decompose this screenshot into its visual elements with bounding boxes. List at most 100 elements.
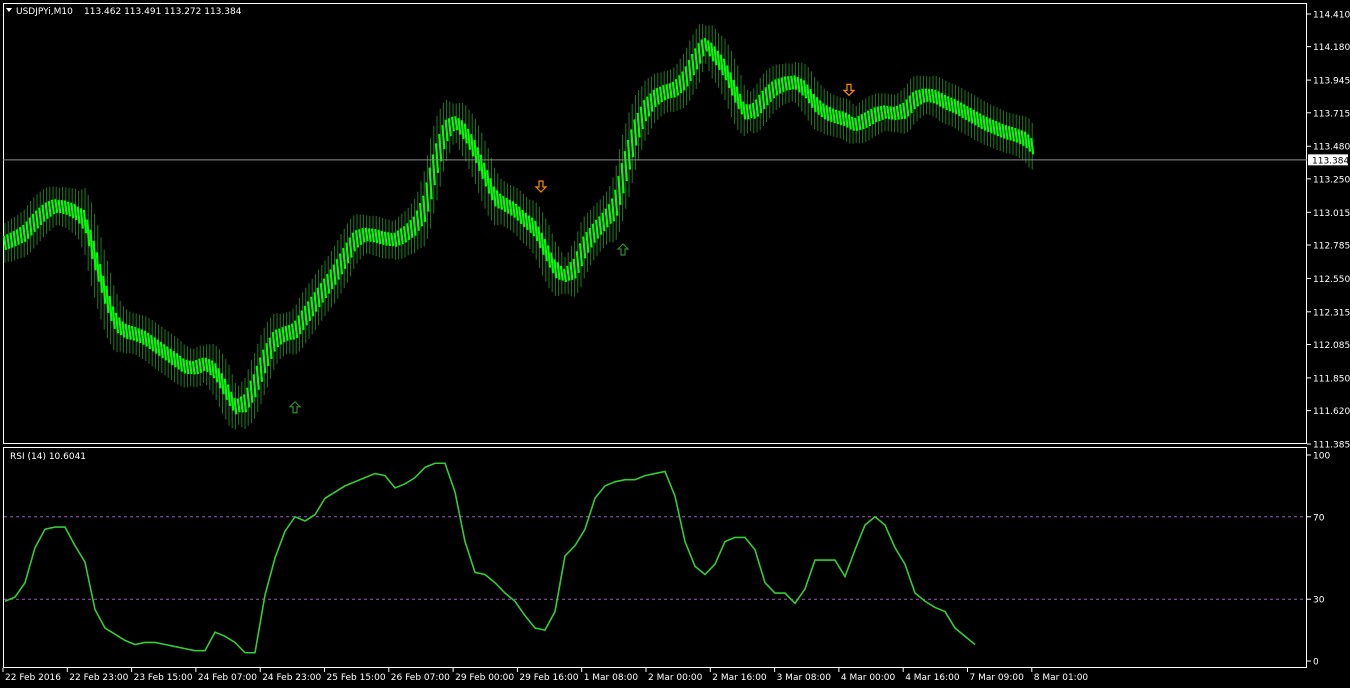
price-bar-body — [818, 100, 824, 118]
time-axis-label: 22 Feb 2016 — [5, 673, 61, 683]
price-bar-body — [518, 206, 523, 225]
price-bar-body — [806, 84, 811, 104]
price-bar-body — [946, 96, 952, 112]
price-bar-body — [290, 323, 296, 340]
price-bar-body — [124, 323, 129, 340]
price-bar-body — [572, 258, 577, 279]
price-bar-body — [492, 186, 497, 207]
price-bar-body — [594, 219, 600, 239]
price-bar-body — [108, 295, 113, 322]
price-bar-body — [898, 104, 904, 120]
price-bar-body — [367, 228, 372, 242]
price-bar-body — [514, 203, 520, 221]
price-bar-body — [758, 94, 763, 114]
price-bar-body — [47, 200, 52, 217]
price-bar-body — [230, 391, 235, 411]
price-bar-body — [530, 217, 536, 237]
rsi-axis-label: 30 — [1313, 596, 1325, 606]
signal-arrows[interactable] — [288, 83, 856, 414]
price-bar-body — [454, 116, 459, 131]
price-bar-body — [799, 78, 804, 96]
price-bar-body — [326, 273, 331, 294]
price-bar-body — [98, 263, 104, 293]
up-arrow-icon[interactable] — [616, 243, 630, 256]
price-bar-body — [220, 373, 225, 395]
rsi-axis-label: 0 — [1313, 658, 1319, 668]
price-bar-body — [748, 104, 753, 119]
price-bar-body — [306, 301, 312, 321]
price-bar-body — [505, 197, 510, 214]
price-bar-body — [162, 344, 168, 361]
time-axis-label: 4 Mar 00:00 — [841, 673, 896, 683]
rsi-panel[interactable]: 100 70 30 0 RSI (14) 10.6041 — [3, 447, 1331, 668]
price-bar-body — [66, 201, 72, 217]
price-bar-body — [671, 81, 676, 98]
price-bar-body — [719, 54, 724, 76]
symbol-header[interactable]: USDJPYi,M10 113.462 113.491 113.272 113.… — [6, 7, 242, 17]
price-bar-body — [89, 229, 94, 260]
price-bar-body — [649, 93, 654, 112]
time-axis-label: 24 Feb 07:00 — [198, 673, 257, 683]
down-arrow-icon[interactable] — [534, 180, 548, 193]
price-bar-body — [92, 240, 97, 271]
price-bar-body — [348, 237, 353, 258]
price-bar-body — [111, 306, 116, 330]
price-bar-body — [390, 232, 395, 247]
price-bar-body — [927, 88, 932, 103]
price-bar-body — [364, 227, 369, 242]
price-bar-body — [620, 162, 625, 194]
price-bar-body — [924, 88, 929, 103]
price-bar-body — [502, 195, 507, 213]
time-axis-label: 1 Mar 08:00 — [584, 673, 639, 683]
price-panel[interactable]: 114.410 114.180 113.945 113.715 113.480 113.2… — [2, 3, 1350, 451]
price-bar-body — [524, 212, 529, 231]
price-bar-body — [985, 116, 990, 133]
price-bar-body — [1026, 134, 1032, 152]
price-bar-body — [399, 228, 404, 245]
time-axis-label: 3 Mar 08:00 — [777, 673, 832, 683]
time-axis: 22 Feb 2016 22 Feb 23:00 23 Feb 15:00 24 Fe… — [2, 668, 1088, 683]
price-bar-body — [812, 93, 817, 113]
price-bar-body — [764, 87, 769, 106]
price-bar-body — [854, 117, 859, 132]
price-bar-body — [559, 265, 564, 281]
up-arrow-icon[interactable] — [288, 400, 302, 414]
down-arrow-icon[interactable] — [842, 83, 856, 97]
price-bar-body — [22, 224, 27, 242]
price-bar-body — [774, 79, 779, 96]
price-bar-body — [466, 128, 472, 150]
price-bar-body — [726, 65, 731, 89]
price-bar-body — [114, 312, 120, 334]
price-bar-body — [639, 106, 644, 130]
price-bar-body — [406, 223, 411, 241]
menu-triangle-icon[interactable] — [6, 8, 12, 12]
price-bar-body — [710, 42, 715, 62]
price-bar-body — [674, 78, 680, 96]
rsi-line — [4, 462, 976, 654]
price-bar-body — [409, 219, 414, 238]
price-bar-body — [527, 215, 532, 233]
price-bar-body — [908, 95, 913, 114]
price-bar-body — [310, 296, 315, 317]
price-bar-body — [102, 275, 107, 304]
price-bar-body — [239, 396, 244, 413]
price-bar-body — [847, 114, 852, 130]
price-bar-body — [729, 72, 734, 96]
price-bar-body — [252, 374, 257, 398]
price-bar-body — [338, 253, 344, 275]
price-bar-body — [956, 100, 961, 117]
price-bar-body — [447, 118, 452, 137]
price-bar-body — [262, 349, 267, 374]
trading-chart[interactable]: 114.410 114.180 113.945 113.715 113.480 113.2… — [0, 0, 1350, 688]
price-bar-body — [482, 162, 488, 187]
price-bar-body — [153, 337, 158, 354]
price-bar-body — [969, 107, 974, 124]
price-bar-body — [38, 207, 43, 226]
price-bar-body — [943, 94, 948, 111]
price-bar-body — [1017, 129, 1022, 145]
time-axis-label: 26 Feb 07:00 — [391, 673, 450, 683]
price-bar-body — [604, 208, 609, 228]
price-bar-body — [489, 178, 494, 201]
price-bar-body — [767, 84, 772, 102]
price-bar-body — [850, 116, 856, 131]
